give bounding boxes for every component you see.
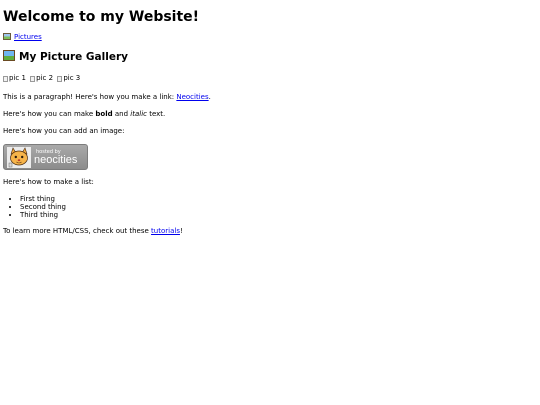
badge-big-text: neocities	[34, 153, 78, 166]
list-intro: Here's how to make a list:	[3, 177, 94, 186]
neocities-link[interactable]: Neocities	[176, 93, 208, 101]
gallery-image-alt: pic 2	[36, 74, 54, 82]
example-list: First thing Second thing Third thing	[3, 195, 537, 219]
learn-more-prefix: To learn more HTML/CSS, check out these	[3, 226, 152, 235]
formatting-suffix: text.	[146, 109, 166, 118]
page: Welcome to my Website! Pictures My Pictu…	[0, 9, 540, 236]
link-paragraph-suffix: .	[208, 92, 211, 101]
italic-text: italic	[130, 109, 147, 118]
gallery-image-alt: pic 1	[9, 74, 26, 82]
bold-text: bold	[95, 109, 113, 118]
list-item: First thing	[20, 195, 537, 203]
list-item: Second thing	[20, 203, 537, 211]
gallery-image-3: pic 3	[57, 74, 80, 83]
link-paragraph-prefix: This is a paragraph! Here's how you make…	[3, 92, 177, 101]
gallery-image-1: pic 1	[3, 74, 26, 83]
pictures-link[interactable]: Pictures	[3, 33, 42, 42]
formatting-prefix: Here's how you can make	[3, 109, 96, 118]
neocities-cat-logo-icon	[7, 146, 31, 168]
gallery-title: My Picture Gallery	[3, 50, 537, 64]
broken-image-icon	[57, 75, 63, 82]
gallery-image-2: pic 2	[30, 74, 53, 83]
gallery-image-alt: pic 3	[63, 74, 81, 82]
broken-image-icon	[30, 75, 36, 82]
formatting-paragraph: Here's how you can make bold and italic …	[3, 110, 537, 119]
link-paragraph: This is a paragraph! Here's how you make…	[3, 93, 537, 102]
image-paragraph: Here's how you can add an image:	[3, 126, 125, 135]
framed-picture-icon	[3, 33, 11, 40]
hosted-by-neocities-badge: hosted by neocities	[3, 143, 88, 170]
gallery-title-text: My Picture Gallery	[19, 51, 128, 63]
pictures-link-label: Pictures	[14, 33, 42, 41]
broken-image-icon	[3, 75, 8, 82]
learn-more-suffix: !	[179, 226, 183, 235]
tutorials-link[interactable]: tutorials	[151, 227, 180, 235]
page-title: Welcome to my Website!	[3, 9, 200, 25]
learn-more-paragraph: To learn more HTML/CSS, check out these …	[3, 227, 537, 236]
picture-gallery: pic 1 pic 2 pic 3	[3, 74, 537, 85]
formatting-middle: and	[112, 109, 131, 118]
framed-picture-icon	[3, 50, 15, 61]
list-item: Third thing	[20, 211, 537, 219]
